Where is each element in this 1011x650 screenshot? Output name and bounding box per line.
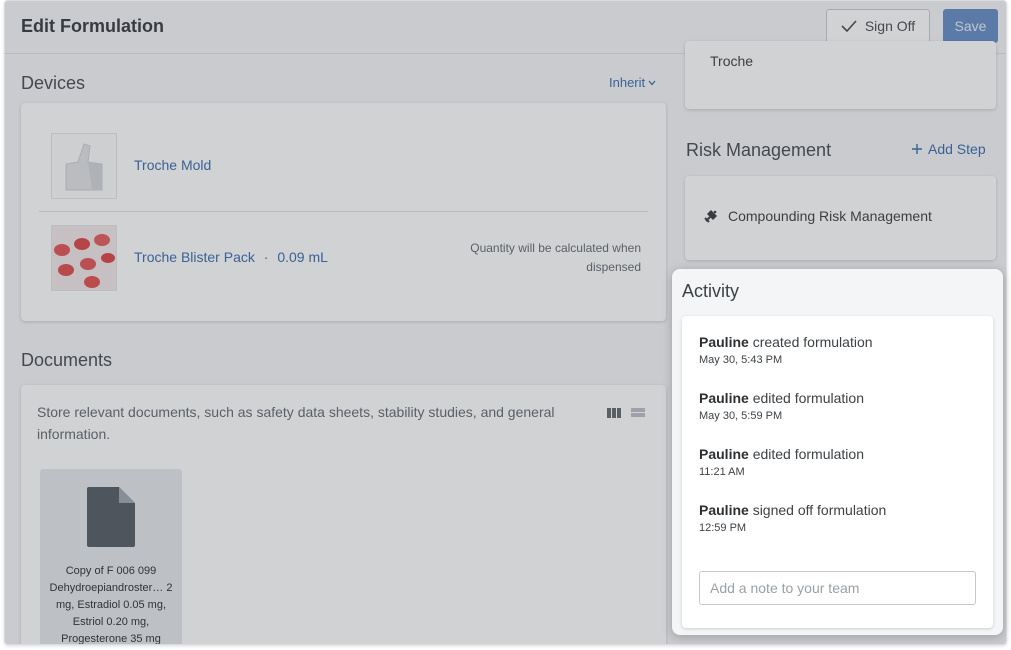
activity-title: Activity bbox=[682, 281, 740, 301]
activity-user: Pauline bbox=[699, 446, 749, 462]
activity-action: edited formulation bbox=[752, 390, 864, 406]
activity-item: Pauline created formulation May 30, 5:43… bbox=[699, 334, 873, 366]
activity-user: Pauline bbox=[699, 502, 749, 518]
activity-time: 12:59 PM bbox=[699, 522, 747, 534]
activity-item: Pauline edited formulation May 30, 5:59 … bbox=[699, 390, 864, 422]
activity-action: edited formulation bbox=[752, 446, 864, 462]
activity-card: Pauline created formulation May 30, 5:43… bbox=[682, 316, 993, 628]
activity-text: Pauline edited formulation bbox=[699, 446, 864, 462]
activity-action: signed off formulation bbox=[752, 502, 887, 518]
activity-text: Pauline signed off formulation bbox=[699, 502, 886, 518]
activity-panel: Activity Pauline created formulation May… bbox=[672, 269, 1003, 635]
activity-user: Pauline bbox=[699, 334, 749, 350]
activity-text: Pauline created formulation bbox=[699, 334, 873, 350]
activity-item: Pauline signed off formulation 12:59 PM bbox=[699, 502, 886, 534]
activity-action: created formulation bbox=[752, 334, 873, 350]
activity-user: Pauline bbox=[699, 390, 749, 406]
activity-time: 11:21 AM bbox=[699, 466, 745, 478]
activity-time: May 30, 5:59 PM bbox=[699, 410, 783, 422]
activity-time: May 30, 5:43 PM bbox=[699, 354, 783, 366]
activity-item: Pauline edited formulation 11:21 AM bbox=[699, 446, 864, 478]
team-note-input[interactable] bbox=[699, 571, 976, 605]
activity-text: Pauline edited formulation bbox=[699, 390, 864, 406]
